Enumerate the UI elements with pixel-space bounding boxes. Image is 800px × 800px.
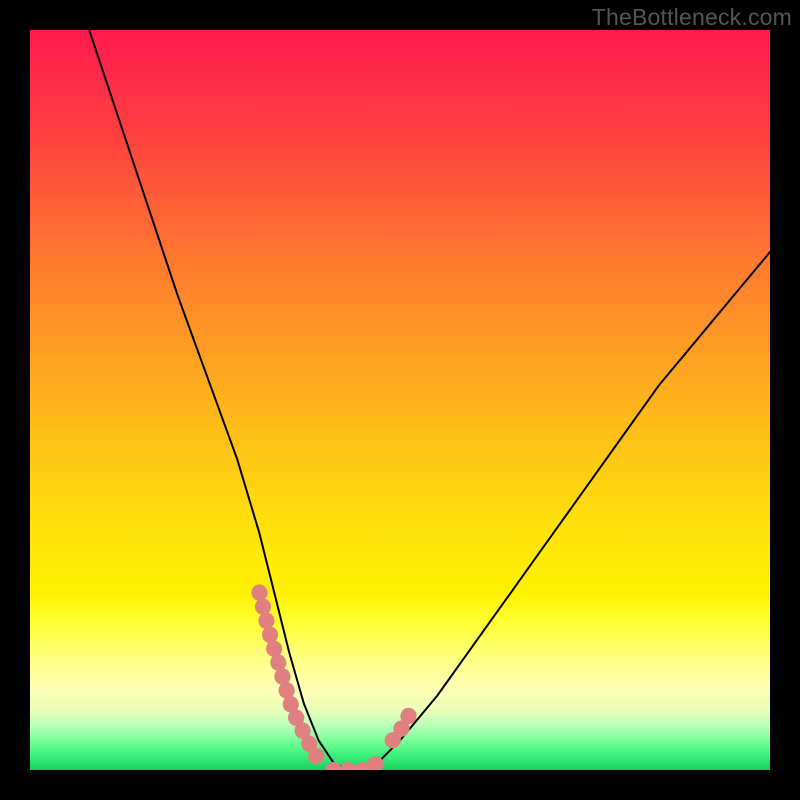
chart-root: TheBottleneck.com bbox=[0, 0, 800, 800]
watermark-text: TheBottleneck.com bbox=[592, 4, 792, 31]
highlight-dots-bottom-path bbox=[333, 763, 377, 770]
highlight-dots-right-path bbox=[393, 703, 415, 740]
bottleneck-curve-path bbox=[89, 30, 770, 770]
highlight-dots-left-path bbox=[259, 592, 326, 762]
plot-area bbox=[30, 30, 770, 770]
curve-layer bbox=[30, 30, 770, 770]
